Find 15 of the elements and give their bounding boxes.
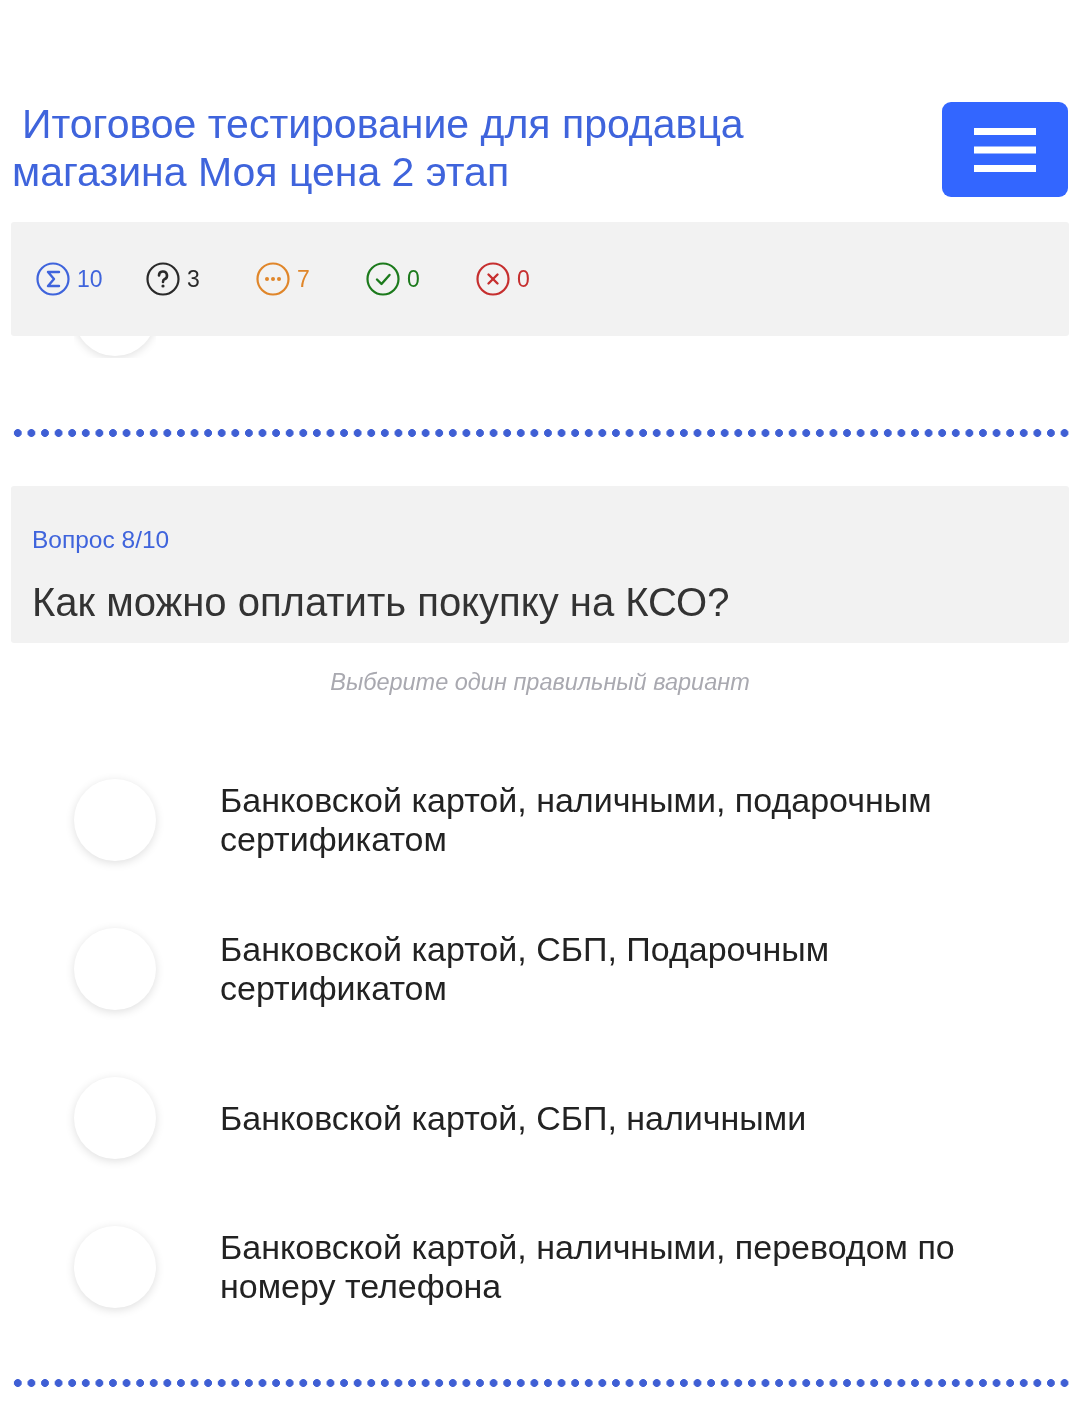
answer-option[interactable]: Банковской картой, СБП, наличными xyxy=(220,1098,1010,1138)
stat-count: 7 xyxy=(297,264,310,294)
stat-count: 10 xyxy=(77,264,103,294)
answer-hint: Выберите один правильный вариант xyxy=(330,668,750,697)
answer-option[interactable]: Банковской картой, СБП, Подарочным сертификатом xyxy=(220,930,1010,1008)
test-title: Итоговое тестирование для продавца магазина Моя цена 2 этап xyxy=(12,100,745,196)
stat-count: 0 xyxy=(517,264,530,294)
menu-icon xyxy=(974,127,1036,172)
question-text: Как можно оплатить покупку на КСО? xyxy=(32,579,731,626)
answer-option[interactable]: Банковской картой, наличными, переводом по номеру телефона xyxy=(220,1228,1010,1306)
answer-option[interactable]: Банковской картой, наличными, подарочным сертификатом xyxy=(220,781,1010,859)
menu-button[interactable] xyxy=(942,102,1068,197)
question-number: Вопрос 8/10 xyxy=(32,525,171,555)
stat-count: 3 xyxy=(187,264,200,294)
stat-count: 0 xyxy=(407,264,420,294)
